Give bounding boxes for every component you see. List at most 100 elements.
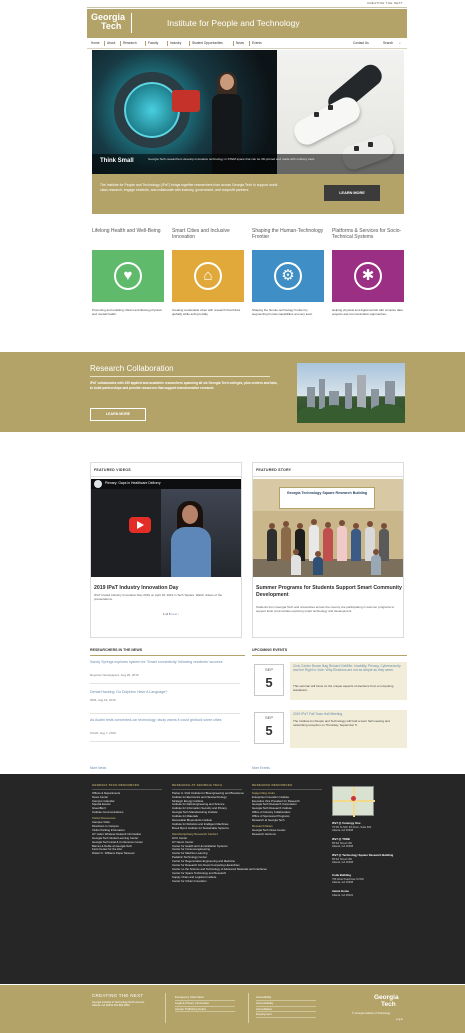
area-tile[interactable]: ⌂ [172,250,244,302]
nav-divider [189,41,190,46]
map-pin-icon [351,796,356,801]
footer-divider [165,993,166,1023]
area-description: Creating sustainable cities with researc… [172,308,241,317]
contact-us-link[interactable]: Contact Us [353,41,369,45]
copyright-text: © Georgia Institute of Technology [352,1012,391,1015]
story-photo[interactable]: Georgia Technology Square Research Build… [253,479,403,577]
nav-student-opportunities[interactable]: Student Opportunities [192,41,223,45]
network-icon: ✱ [354,262,382,290]
video-player[interactable]: Plenary: Gaps in Healthcare Delivery [91,479,241,577]
footer-divider [248,993,249,1023]
area-smart-cities[interactable]: Smart Cities and Inclusive Innovation ⌂ … [172,228,244,338]
area-description: Helping physical and digital worlds with… [332,308,403,317]
area-platforms-services[interactable]: Platforms & Services for Socio-Technical… [332,228,404,338]
event-item[interactable]: SEP 5 Civic Center Brown Bag Richard DeM… [252,662,407,702]
bottom-footer: CREATING THE NEXT Georgia Institute of T… [0,985,465,1033]
area-tile[interactable]: ♥ [92,250,164,302]
event-box: 2019 IPaT Fall Town Hall Meeting The Ins… [290,710,407,748]
creating-the-next-mark: CREATING THE NEXT [92,993,144,998]
news-item[interactable]: Dental Hacking: Do Dolphins Have A Langu… [90,690,240,714]
georgia-tech-logo[interactable]: Georgia Tech [91,13,153,34]
more-news-link[interactable]: More News [90,766,106,770]
area-title[interactable]: Platforms & Services for Socio-Technical… [332,228,404,246]
news-item[interactable]: As Austin tests connected-car technology… [90,718,240,742]
collab-title: Research Collaboration [90,364,174,373]
event-month: SEP [264,715,273,720]
area-title[interactable]: Lifelong Health and Well-Being [92,228,164,246]
video-card-subtitle: IPaT hosted Industry Innovation Day 2019… [94,593,223,601]
footer-link[interactable]: Robert C. Williams Paper Museum [92,851,162,856]
event-box: Civic Center Brown Bag Richard DeMillo: … [290,662,407,700]
nav-home[interactable]: Home [91,41,100,45]
footer-link[interactable]: Center for Urban Innovation [172,879,267,884]
collab-text: IPaT collaborates with 150 applied and a… [90,381,278,390]
area-human-technology[interactable]: Shaping the Human-Technology Frontier ⚙ … [252,228,324,338]
nav-industry[interactable]: Industry [170,41,181,45]
logo-divider [131,13,132,33]
area-lifelong-health[interactable]: Lifelong Health and Well-Being ♥ Promoti… [92,228,164,338]
story-person [371,555,381,575]
hero-scanner-light [172,90,200,112]
search-icon[interactable]: ⌕ [399,41,401,45]
area-title[interactable]: Shaping the Human-Technology Frontier [252,228,324,246]
news-title[interactable]: As Austin tests connected-car technology… [90,718,240,723]
story-person [281,527,291,561]
main-nav: Home About Research Faculty Industry Stu… [87,39,407,49]
upcoming-events-header: UPCOMING EVENTS [252,646,407,656]
video-title[interactable]: Plenary: Gaps in Healthcare Delivery [105,481,161,485]
news-source: NPR, Aug 19, 2019 [90,698,116,702]
event-day: 5 [265,723,273,738]
footer-legal-link[interactable]: Human Trafficking Notice [175,1007,235,1013]
event-item[interactable]: SEP 5 2019 IPaT Fall Town Hall Meeting T… [252,710,407,750]
nav-research[interactable]: Research [123,41,137,45]
nav-news[interactable]: News [236,41,244,45]
footer-heading: GEORGIA TECH RESOURCES [92,783,162,790]
hero-caption-title[interactable]: Think Small [100,158,134,166]
story-card-title[interactable]: Summer Programs for Students Support Sma… [256,585,402,598]
area-tile[interactable]: ✱ [332,250,404,302]
footer-heading: RESEARCH RESOURCES [252,783,322,790]
event-title[interactable]: Civic Center Brown Bag Richard DeMillo: … [293,664,405,673]
map-road [353,787,355,817]
logo-line-2: Tech [101,21,122,31]
video-card-title[interactable]: 2019 IPaT Industry Innovation Day [94,585,240,592]
news-item[interactable]: Sandy Springs explores system for 'Smart… [90,660,240,684]
head-gear-icon: ⚙ [274,262,302,290]
footer-policy-link[interactable]: Employment [256,1012,316,1019]
nav-events[interactable]: Events [252,41,262,45]
address-line: Atlanta, GA 30308 [332,829,354,833]
channel-avatar-icon [94,480,102,488]
more-events-link[interactable]: More Events [252,766,270,770]
nav-faculty[interactable]: Faculty [148,41,158,45]
nav-about[interactable]: About [107,41,115,45]
collab-learn-more-button[interactable]: LEARN MORE [90,408,146,421]
nav-divider [249,41,250,46]
pager-next-link[interactable]: next › [171,612,179,616]
research-collaboration-band: Research Collaboration IPaT collaborates… [0,352,465,432]
footer-col-research-resources: RESEARCH RESOURCES Supporting Links Ente… [252,783,322,837]
campus-map[interactable] [332,786,375,817]
resources-footer: GEORGIA TECH RESOURCES Offices & Departm… [0,774,465,984]
news-title[interactable]: Dental Hacking: Do Dolphins Have A Langu… [90,690,240,695]
address-block: IPaT @ Technology Square Research Buildi… [332,853,402,865]
search-link[interactable]: Search [383,41,393,45]
footer-link[interactable]: Research Horizons [252,832,322,837]
area-tile[interactable]: ⚙ [252,250,324,302]
institute-address: Georgia Institute of Technology North Av… [92,1001,145,1008]
site-title[interactable]: Institute for People and Technology [167,18,300,29]
event-title[interactable]: 2019 IPaT Fall Town Hall Meeting [293,712,405,716]
news-title[interactable]: Sandy Springs explores system for 'Smart… [90,660,240,665]
pager-count: 1 of 6 [163,612,171,616]
address-block: IPaT @ Centergy One 75 5th St NW, 6th Fl… [332,821,402,833]
footer-link[interactable]: Research at Georgia Tech [252,818,322,823]
creating-the-next-link[interactable]: CREATING THE NEXT [367,1,403,6]
learn-more-button[interactable]: LEARN MORE [324,185,380,201]
footer-link[interactable]: Institute Communications [92,810,162,815]
story-person [351,529,361,561]
footer-legal-links: Emergency Information Legal & Privacy In… [175,995,235,1013]
play-icon[interactable] [129,517,151,533]
georgia-tech-footer-logo[interactable]: Georgia Tech [374,994,404,1008]
area-title[interactable]: Smart Cities and Inclusive Innovation [172,228,244,246]
login-link[interactable]: Log in [396,1018,403,1021]
hero-banner[interactable]: Think Small Georgia Tech researchers dev… [92,50,404,174]
